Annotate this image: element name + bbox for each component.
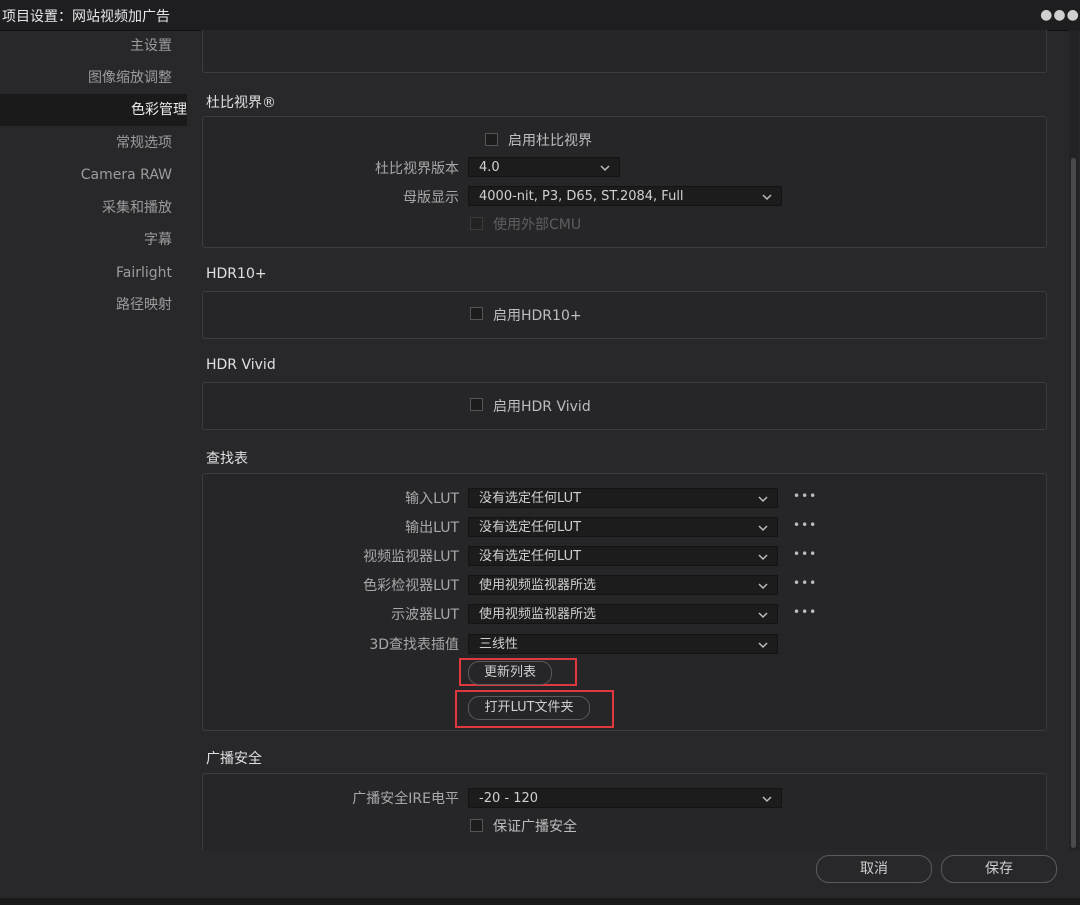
dolby-enable-label: 启用杜比视界: [508, 133, 592, 149]
broadcast-ire-label: 广播安全IRE电平: [352, 791, 459, 807]
lut-input-dropdown[interactable]: 没有选定任何LUT: [468, 488, 778, 508]
lut-3d-interpolation-value: 三线性: [479, 637, 519, 652]
more-horizontal-icon[interactable]: •••: [793, 518, 817, 532]
hdr10-enable-checkbox[interactable]: [470, 307, 483, 320]
broadcast-ire-value: -20 - 120: [479, 791, 539, 806]
hdr10-enable-label: 启用HDR10+: [493, 308, 582, 324]
sidebar-item-path-mapping[interactable]: 路径映射: [0, 289, 172, 321]
lut-output-value: 没有选定任何LUT: [479, 520, 582, 535]
dialog-footer: 取消 保存: [0, 850, 1080, 905]
dolby-panel: 启用杜比视界 杜比视界版本 4.0 母版显示 4000-nit, P3, D65…: [202, 116, 1047, 248]
dolby-external-cmu-checkbox: [470, 217, 483, 230]
window-title: 项目设置：网站视频加广告: [2, 9, 170, 25]
chevron-down-icon: [758, 525, 768, 532]
sidebar-item-fairlight[interactable]: Fairlight: [0, 257, 172, 289]
chevron-down-icon: [600, 165, 610, 172]
hdrvivid-section-title: HDR Vivid: [206, 357, 276, 373]
lut-color-viewer-dropdown[interactable]: 使用视频监视器所选: [468, 575, 778, 595]
chevron-down-icon: [758, 642, 768, 649]
dolby-master-label: 母版显示: [403, 190, 459, 206]
hdrvivid-enable-checkbox[interactable]: [470, 398, 483, 411]
dolby-master-value: 4000-nit, P3, D65, ST.2084, Full: [479, 189, 684, 204]
sidebar-item-color-management[interactable]: 色彩管理: [0, 94, 187, 126]
dolby-external-cmu-label: 使用外部CMU: [493, 217, 582, 233]
chevron-down-icon: [758, 583, 768, 590]
lut-color-viewer-label: 色彩检视器LUT: [363, 578, 459, 594]
settings-sidebar: 主设置 图像缩放调整 色彩管理 常规选项 Camera RAW 采集和播放 字幕…: [0, 30, 187, 870]
more-horizontal-icon[interactable]: ●●●: [1040, 0, 1080, 30]
more-horizontal-icon[interactable]: •••: [793, 489, 817, 503]
broadcast-ensure-label: 保证广播安全: [493, 819, 577, 835]
update-list-button[interactable]: 更新列表: [468, 661, 552, 685]
hdrvivid-panel: 启用HDR Vivid: [202, 382, 1047, 430]
lut-scope-dropdown[interactable]: 使用视频监视器所选: [468, 604, 778, 624]
hdrvivid-enable-label: 启用HDR Vivid: [493, 399, 591, 415]
sidebar-item-label: Fairlight: [115, 265, 172, 281]
lut-input-label: 输入LUT: [405, 491, 459, 507]
sidebar-item-capture-playback[interactable]: 采集和播放: [0, 192, 172, 224]
dolby-version-dropdown[interactable]: 4.0: [468, 157, 620, 177]
lut-video-monitor-dropdown[interactable]: 没有选定任何LUT: [468, 546, 778, 566]
sidebar-item-label: 字幕: [144, 232, 172, 248]
lut-output-label: 输出LUT: [405, 520, 459, 536]
dolby-version-value: 4.0: [479, 160, 500, 175]
sidebar-item-label: 图像缩放调整: [88, 70, 172, 86]
lut-3d-interpolation-label: 3D查找表插值: [369, 637, 459, 653]
sidebar-item-label: 路径映射: [116, 297, 172, 313]
cancel-button[interactable]: 取消: [816, 855, 932, 883]
bottom-strip: [0, 898, 1080, 905]
save-button[interactable]: 保存: [941, 855, 1057, 883]
title-bar: 项目设置：网站视频加广告 ●●●: [0, 0, 1080, 31]
lut-section-title: 查找表: [206, 451, 248, 467]
lut-3d-interpolation-dropdown[interactable]: 三线性: [468, 634, 778, 654]
more-horizontal-icon[interactable]: •••: [793, 547, 817, 561]
lut-color-viewer-value: 使用视频监视器所选: [479, 578, 597, 593]
more-horizontal-icon[interactable]: •••: [793, 605, 817, 619]
sidebar-item-master-settings[interactable]: 主设置: [0, 30, 172, 62]
lut-video-monitor-value: 没有选定任何LUT: [479, 549, 582, 564]
sidebar-item-general-options[interactable]: 常规选项: [0, 127, 172, 159]
lut-scope-value: 使用视频监视器所选: [479, 607, 597, 622]
sidebar-item-subtitles[interactable]: 字幕: [0, 224, 172, 256]
dolby-section-title: 杜比视界®: [206, 95, 276, 111]
chevron-down-icon: [762, 194, 772, 201]
lut-video-monitor-label: 视频监视器LUT: [363, 549, 459, 565]
sidebar-item-label: 常规选项: [116, 135, 172, 151]
previous-section-panel: [202, 30, 1047, 73]
dolby-enable-checkbox[interactable]: [485, 133, 498, 146]
sidebar-item-label: 采集和播放: [102, 200, 172, 216]
settings-content: 杜比视界® 启用杜比视界 杜比视界版本 4.0 母版显示 4000-nit, P…: [187, 30, 1080, 854]
dolby-version-label: 杜比视界版本: [375, 161, 459, 177]
chevron-down-icon: [758, 554, 768, 561]
dolby-master-dropdown[interactable]: 4000-nit, P3, D65, ST.2084, Full: [468, 186, 782, 206]
broadcast-ensure-checkbox[interactable]: [470, 819, 483, 832]
lut-scope-label: 示波器LUT: [391, 607, 459, 623]
lut-panel: 输入LUT 没有选定任何LUT ••• 输出LUT 没有选定任何LUT ••• …: [202, 473, 1047, 731]
scrollbar[interactable]: [1069, 30, 1079, 850]
hdr10-section-title: HDR10+: [206, 266, 267, 282]
broadcast-section-title: 广播安全: [206, 751, 262, 767]
broadcast-ire-dropdown[interactable]: -20 - 120: [468, 788, 782, 808]
sidebar-item-label: 色彩管理: [131, 102, 187, 118]
lut-input-value: 没有选定任何LUT: [479, 491, 582, 506]
scrollbar-thumb[interactable]: [1071, 158, 1076, 848]
broadcast-panel: 广播安全IRE电平 -20 - 120 保证广播安全: [202, 773, 1047, 854]
sidebar-item-label: 主设置: [130, 38, 172, 54]
hdr10-panel: 启用HDR10+: [202, 291, 1047, 339]
more-horizontal-icon[interactable]: •••: [793, 576, 817, 590]
chevron-down-icon: [758, 496, 768, 503]
sidebar-item-camera-raw[interactable]: Camera RAW: [0, 159, 172, 191]
chevron-down-icon: [758, 612, 768, 619]
lut-output-dropdown[interactable]: 没有选定任何LUT: [468, 517, 778, 537]
open-lut-folder-button[interactable]: 打开LUT文件夹: [468, 696, 590, 720]
chevron-down-icon: [762, 796, 772, 803]
sidebar-item-image-scaling[interactable]: 图像缩放调整: [0, 62, 172, 94]
sidebar-item-label: Camera RAW: [80, 167, 172, 183]
